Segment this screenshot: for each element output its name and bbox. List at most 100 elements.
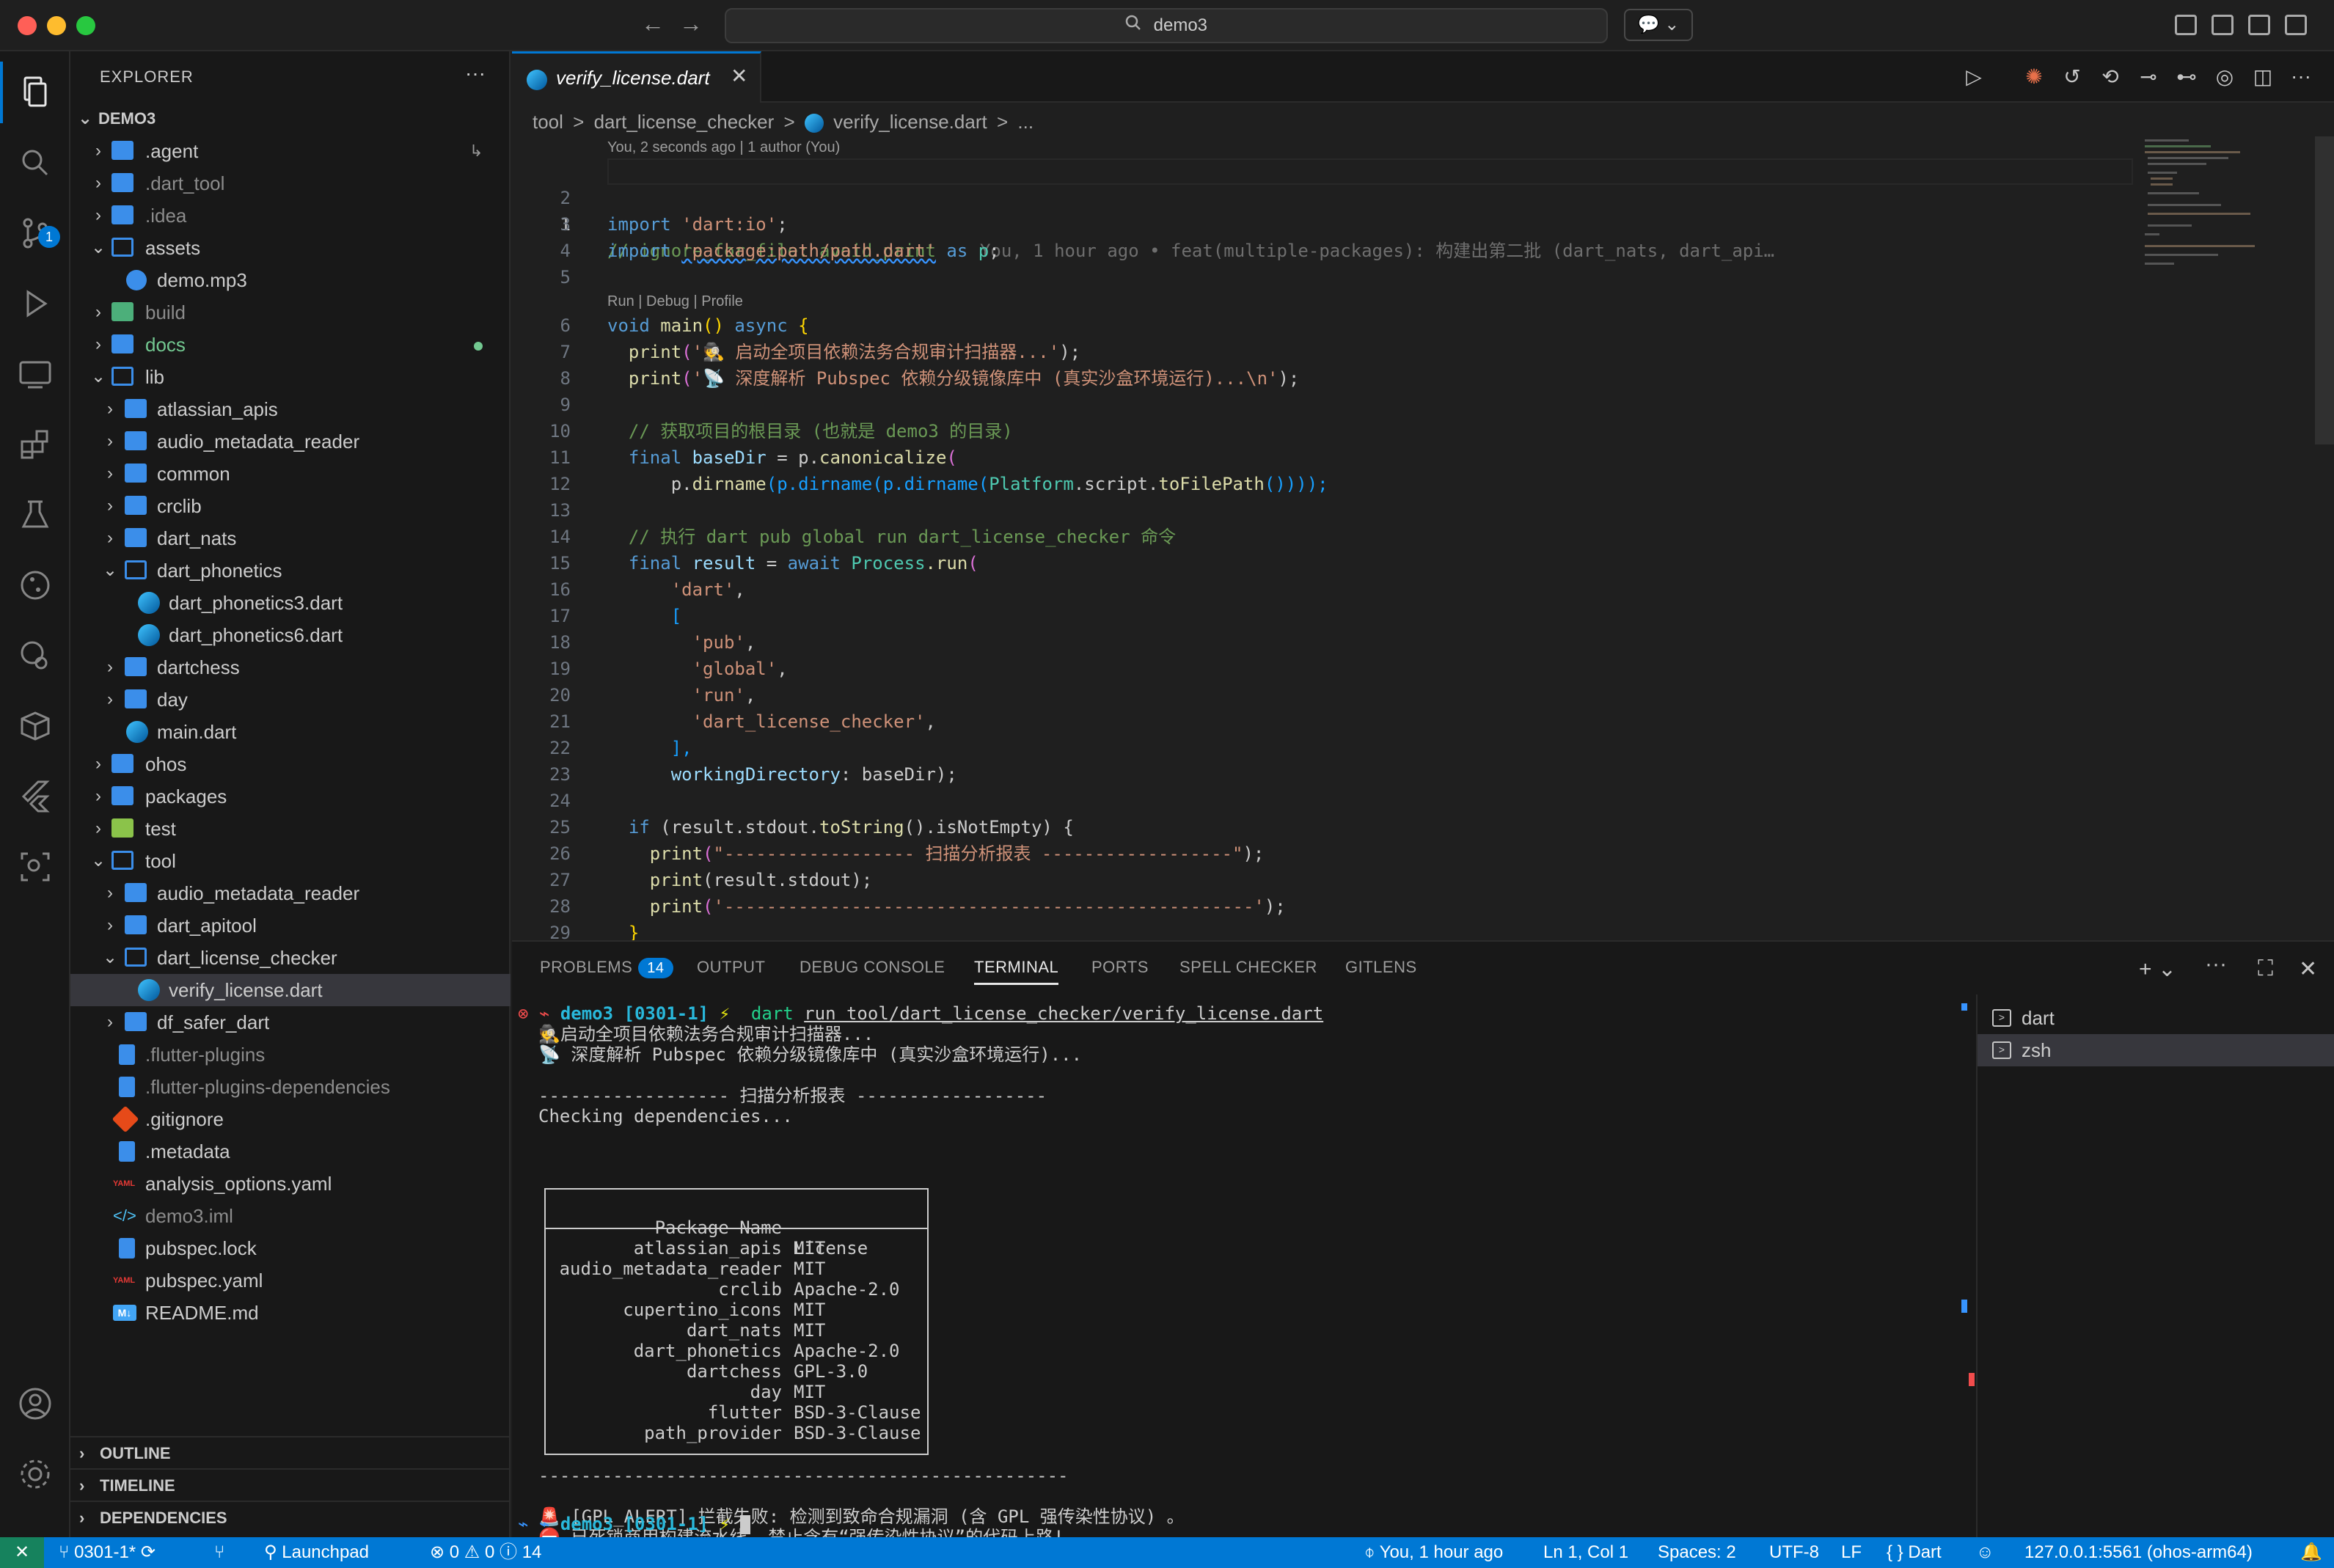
tree-item-packages[interactable]: › packages bbox=[70, 780, 511, 813]
editor-scrollbar[interactable] bbox=[2315, 136, 2334, 444]
tree-item-dart-phonetics3[interactable]: dart_phonetics3.dart bbox=[70, 587, 511, 619]
launchpad-status[interactable]: ⚲ Launchpad bbox=[264, 1537, 369, 1568]
problems-status[interactable]: ⊗ 0 ⚠ 0 ⓘ 14 bbox=[430, 1537, 541, 1568]
copilot-icon[interactable]: ☺ bbox=[1976, 1537, 1994, 1568]
tab-spell-checker[interactable]: SPELL CHECKER bbox=[1179, 958, 1317, 977]
settings-gear-icon[interactable] bbox=[16, 1455, 54, 1493]
tree-item-tool[interactable]: ⌄ tool bbox=[70, 845, 511, 877]
gitlens-inspect-icon[interactable]: ◎ bbox=[2212, 65, 2237, 89]
tree-item-idea[interactable]: › .idea bbox=[70, 199, 511, 232]
back-arrow-icon[interactable]: ← bbox=[641, 10, 665, 37]
dependencies-section[interactable]: › DEPENDENCIES bbox=[70, 1501, 511, 1533]
window-minimize-button[interactable] bbox=[47, 16, 66, 35]
tab-gitlens[interactable]: GITLENS bbox=[1345, 958, 1417, 977]
tree-root-demo3[interactable]: ⌄ DEMO3 bbox=[70, 103, 511, 135]
accounts-icon[interactable] bbox=[16, 1385, 54, 1423]
blame-status[interactable]: ⌽ You, 1 hour ago bbox=[1364, 1537, 1503, 1568]
tab-verify-license[interactable]: verify_license.dart ✕ bbox=[512, 51, 761, 103]
language-mode[interactable]: { } Dart bbox=[1887, 1537, 1942, 1568]
tree-item-flutter-plugins-deps[interactable]: .flutter-plugins-dependencies bbox=[70, 1071, 511, 1103]
customize-layout-icon[interactable] bbox=[2175, 15, 2197, 35]
eol-status[interactable]: LF bbox=[1841, 1537, 1862, 1568]
tree-item-readme[interactable]: M↓ README.md bbox=[70, 1297, 511, 1329]
breadcrumb-verify-license[interactable]: verify_license.dart bbox=[833, 111, 987, 133]
outline-section[interactable]: › OUTLINE bbox=[70, 1436, 511, 1468]
tree-item-analysis-options[interactable]: YAML analysis_options.yaml bbox=[70, 1168, 511, 1200]
tree-item-dart-tool[interactable]: › .dart_tool bbox=[70, 167, 511, 199]
tree-item-df-safer-dart[interactable]: › df_safer_dart bbox=[70, 1006, 511, 1038]
timeline-history-icon[interactable]: ↺ bbox=[2060, 65, 2085, 89]
git-graph-icon[interactable] bbox=[16, 566, 54, 604]
tree-item-dartchess[interactable]: › dartchess bbox=[70, 651, 511, 684]
toggle-primary-sidebar-icon[interactable] bbox=[2212, 15, 2234, 35]
tree-item-ohos[interactable]: › ohos bbox=[70, 748, 511, 780]
next-commit-icon[interactable]: ⊷ bbox=[2174, 65, 2199, 89]
git-blame-header[interactable]: You, 2 seconds ago | 1 author (You) bbox=[607, 136, 840, 158]
open-changes-icon[interactable]: ⟲ bbox=[2098, 65, 2123, 89]
tree-item-agent[interactable]: › .agent ↳ bbox=[70, 135, 511, 167]
window-maximize-button[interactable] bbox=[76, 16, 95, 35]
explorer-icon[interactable] bbox=[16, 73, 54, 111]
tree-item-gitignore[interactable]: .gitignore bbox=[70, 1103, 511, 1135]
timeline-section[interactable]: › TIMELINE bbox=[70, 1468, 511, 1501]
previous-commit-icon[interactable]: ⊸ bbox=[2136, 65, 2161, 89]
terminal-item-dart[interactable]: > dart bbox=[1978, 1002, 2334, 1034]
inspector-icon[interactable] bbox=[16, 848, 54, 886]
tree-item-demo-mp3[interactable]: demo.mp3 bbox=[70, 264, 511, 296]
window-close-button[interactable] bbox=[18, 16, 37, 35]
tree-item-main-dart[interactable]: main.dart bbox=[70, 716, 511, 748]
tree-item-demo3-iml[interactable]: </> demo3.iml bbox=[70, 1200, 511, 1232]
more-actions-button[interactable]: ··· bbox=[2205, 952, 2227, 977]
chat-button[interactable]: 💬 ⌄ bbox=[1624, 9, 1693, 41]
tab-debug-console[interactable]: DEBUG CONSOLE bbox=[800, 958, 945, 977]
run-debug-icon[interactable] bbox=[16, 285, 54, 323]
more-actions-icon[interactable]: ··· bbox=[2289, 65, 2313, 89]
indentation-status[interactable]: Spaces: 2 bbox=[1658, 1537, 1736, 1568]
testing-icon[interactable] bbox=[16, 496, 54, 534]
tree-item-dart-apitool[interactable]: › dart_apitool bbox=[70, 909, 511, 942]
close-panel-button[interactable]: ✕ bbox=[2299, 956, 2317, 982]
tree-item-dart-nats[interactable]: › dart_nats bbox=[70, 522, 511, 554]
maximize-panel-button[interactable]: ⛶ bbox=[2258, 956, 2273, 981]
extensions-icon[interactable] bbox=[16, 425, 54, 464]
tree-item-build[interactable]: › build bbox=[70, 296, 511, 329]
toggle-secondary-sidebar-icon[interactable] bbox=[2285, 15, 2307, 35]
tab-ports[interactable]: PORTS bbox=[1091, 958, 1149, 977]
tree-item-verify-license[interactable]: verify_license.dart bbox=[70, 974, 511, 1006]
tree-item-crclib[interactable]: › crclib bbox=[70, 490, 511, 522]
tab-terminal[interactable]: TERMINAL bbox=[974, 958, 1059, 985]
remote-explorer-icon[interactable] bbox=[16, 355, 54, 393]
minimap[interactable] bbox=[2142, 136, 2318, 283]
gitlens-icon[interactable] bbox=[16, 637, 54, 675]
remote-indicator[interactable]: ✕ bbox=[0, 1537, 44, 1568]
close-icon[interactable]: ✕ bbox=[731, 64, 747, 88]
encoding-status[interactable]: UTF-8 bbox=[1769, 1537, 1819, 1568]
terminal-output[interactable]: ⊗ ⌁ demo3 [0301-1] ⚡ dart run tool/dart_… bbox=[512, 994, 1961, 1547]
terminal-item-zsh[interactable]: > zsh bbox=[1978, 1034, 2334, 1066]
tree-item-pubspec-yaml[interactable]: YAML pubspec.yaml bbox=[70, 1264, 511, 1297]
git-graph-status[interactable]: ⑂ bbox=[214, 1537, 224, 1568]
tab-output[interactable]: OUTPUT bbox=[697, 958, 765, 977]
run-debug-menu-icon[interactable]: ▷ bbox=[1961, 65, 1986, 89]
device-status[interactable]: 127.0.0.1:5561 (ohos-arm64) bbox=[2024, 1537, 2253, 1568]
tree-item-test[interactable]: › test bbox=[70, 813, 511, 845]
breadcrumb-symbols[interactable]: ... bbox=[1017, 111, 1034, 133]
codelens-run-debug[interactable]: Run | Debug | Profile bbox=[607, 290, 743, 312]
tree-item-dart-phonetics6[interactable]: dart_phonetics6.dart bbox=[70, 619, 511, 651]
explorer-more-actions[interactable]: ··· bbox=[465, 62, 486, 85]
tree-item-flutter-plugins[interactable]: .flutter-plugins bbox=[70, 1038, 511, 1071]
tree-item-lib[interactable]: ⌄ lib bbox=[70, 361, 511, 393]
tree-item-tool-audio-metadata-reader[interactable]: › audio_metadata_reader bbox=[70, 877, 511, 909]
tree-item-pubspec-lock[interactable]: pubspec.lock bbox=[70, 1232, 511, 1264]
tree-item-common[interactable]: › common bbox=[70, 458, 511, 490]
notifications-bell-icon[interactable]: 🔔 bbox=[2300, 1537, 2322, 1568]
packages-icon[interactable] bbox=[16, 707, 54, 745]
breadcrumb-tool[interactable]: tool bbox=[533, 111, 563, 133]
tree-item-audio-metadata-reader[interactable]: › audio_metadata_reader bbox=[70, 425, 511, 458]
toggle-panel-icon[interactable] bbox=[2248, 15, 2270, 35]
tree-item-dart-license-checker[interactable]: ⌄ dart_license_checker bbox=[70, 942, 511, 974]
cursor-position[interactable]: Ln 1, Col 1 bbox=[1543, 1537, 1628, 1568]
tree-item-assets[interactable]: ⌄ assets bbox=[70, 232, 511, 264]
search-icon[interactable] bbox=[16, 144, 54, 182]
command-center-search[interactable]: demo3 bbox=[725, 8, 1608, 43]
